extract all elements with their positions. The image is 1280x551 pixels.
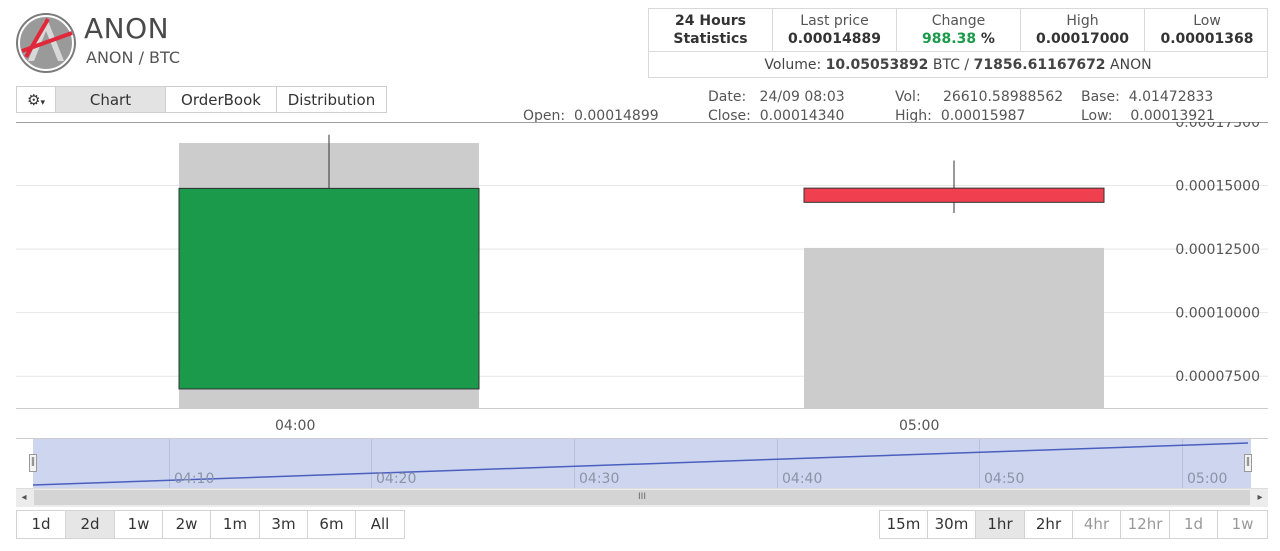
navigator-right-handle[interactable]: ‖ xyxy=(1244,454,1252,472)
stat-volume: Volume: 10.05053892 BTC / 71856.61167672… xyxy=(649,51,1267,78)
interval-1d[interactable]: 1d xyxy=(1169,510,1218,539)
base-label: Base: xyxy=(1081,89,1120,105)
stats-title: 24 Hours Statistics xyxy=(649,9,773,51)
y-tick-label: 0.00007500 xyxy=(1175,369,1260,385)
range-all[interactable]: All xyxy=(355,510,405,539)
interval-2hr[interactable]: 2hr xyxy=(1024,510,1073,539)
range-1d[interactable]: 1d xyxy=(16,510,66,539)
scrollbar-thumb[interactable]: III xyxy=(34,490,1250,505)
volume-btc-unit: BTC / xyxy=(928,57,974,73)
high-value: 0.00017000 xyxy=(1036,31,1129,47)
interval-12hr[interactable]: 12hr xyxy=(1120,510,1170,539)
y-tick-label: 0.00010000 xyxy=(1175,306,1260,322)
high-label: High xyxy=(1066,13,1099,29)
date-label: Date: xyxy=(708,89,747,105)
y-tick-label: 0.00015000 xyxy=(1175,179,1260,195)
info-vol: Vol: 26610.58988562 xyxy=(895,89,1063,105)
base-value: 4.01472833 xyxy=(1128,89,1214,105)
navigator-label: 04:30 xyxy=(579,471,620,487)
scrollbar[interactable]: ◂ III ▸ xyxy=(16,488,1268,507)
anon-logo-icon xyxy=(16,13,76,73)
time-navigator[interactable]: 04:10 04:20 04:30 04:40 04:50 05:00 ‖ ‖ xyxy=(16,438,1268,491)
tab-chart[interactable]: Chart xyxy=(55,86,166,113)
interval-4hr[interactable]: 4hr xyxy=(1072,510,1121,539)
price-chart[interactable]: 0.00017500 0.00015000 0.00012500 0.00010000… xyxy=(16,122,1268,410)
last-price-value: 0.00014889 xyxy=(788,31,881,47)
interval-15m[interactable]: 15m xyxy=(879,510,928,539)
candles-svg: 0.00017500 0.00015000 0.00012500 0.00010000… xyxy=(16,122,1268,408)
caret-down-icon: ▾ xyxy=(40,98,45,108)
volume-label: Volume: xyxy=(764,57,826,73)
stats-title-line2: Statistics xyxy=(673,31,748,47)
volume-btc: 10.05053892 xyxy=(825,57,929,73)
range-2w[interactable]: 2w xyxy=(162,510,211,539)
market-pair: ANON / BTC xyxy=(86,48,181,67)
range-3m[interactable]: 3m xyxy=(259,510,308,539)
low-value: 0.00001368 xyxy=(1160,31,1254,47)
scroll-left-arrow-icon[interactable]: ◂ xyxy=(16,489,32,507)
vol-label: Vol: xyxy=(895,89,921,105)
tab-distribution[interactable]: Distribution xyxy=(276,86,387,113)
stat-change: Change 988.38 % xyxy=(897,9,1021,51)
candle-body xyxy=(803,187,1105,203)
navigator-label: 04:40 xyxy=(782,471,823,487)
low-label: Low xyxy=(1193,13,1221,29)
range-1w[interactable]: 1w xyxy=(114,510,163,539)
date-value: 24/09 08:03 xyxy=(759,89,845,105)
range-2d[interactable]: 2d xyxy=(65,510,115,539)
y-tick-label: 0.00012500 xyxy=(1175,242,1260,258)
settings-dropdown-button[interactable]: ⚙▾ xyxy=(16,86,56,113)
change-unit: % xyxy=(976,31,995,47)
navigator-label: 04:50 xyxy=(984,471,1025,487)
last-price-label: Last price xyxy=(800,13,869,29)
tab-orderbook[interactable]: OrderBook xyxy=(165,86,277,113)
range-6m[interactable]: 6m xyxy=(307,510,356,539)
x-tick-label: 04:00 xyxy=(275,418,316,434)
volume-anon-unit: ANON xyxy=(1105,57,1152,73)
gear-icon: ⚙ xyxy=(27,91,41,109)
range-1m[interactable]: 1m xyxy=(210,510,260,539)
stats-panel: 24 Hours Statistics Last price 0.0001488… xyxy=(648,8,1268,78)
stat-last-price: Last price 0.00014889 xyxy=(773,9,897,51)
navigator-label: 04:10 xyxy=(174,471,215,487)
navigator-left-handle[interactable]: ‖ xyxy=(29,454,37,472)
market-title: ANON xyxy=(84,12,170,45)
navigator-label: 05:00 xyxy=(1187,471,1228,487)
volume-bar xyxy=(804,247,1104,408)
interval-1hr[interactable]: 1hr xyxy=(975,510,1025,539)
y-tick-label: 0.00017500 xyxy=(1175,122,1260,131)
stat-low: Low 0.00001368 xyxy=(1145,9,1269,51)
stat-high: High 0.00017000 xyxy=(1021,9,1145,51)
interval-30m[interactable]: 30m xyxy=(927,510,976,539)
info-base: Base: 4.01472833 xyxy=(1081,89,1213,105)
x-tick-label: 05:00 xyxy=(899,418,940,434)
vol-value: 26610.58988562 xyxy=(942,89,1064,105)
volume-anon: 71856.61167672 xyxy=(973,57,1106,73)
info-date: Date: 24/09 08:03 xyxy=(708,89,845,105)
interval-1w[interactable]: 1w xyxy=(1217,510,1268,539)
candle-body xyxy=(178,187,480,390)
scroll-right-arrow-icon[interactable]: ▸ xyxy=(1252,489,1268,507)
navigator-label: 04:20 xyxy=(376,471,417,487)
scroll-grip: III xyxy=(638,492,646,502)
change-label: Change xyxy=(931,13,986,29)
change-value: 988.38 xyxy=(922,31,977,47)
stats-title-line1: 24 Hours xyxy=(675,13,746,29)
